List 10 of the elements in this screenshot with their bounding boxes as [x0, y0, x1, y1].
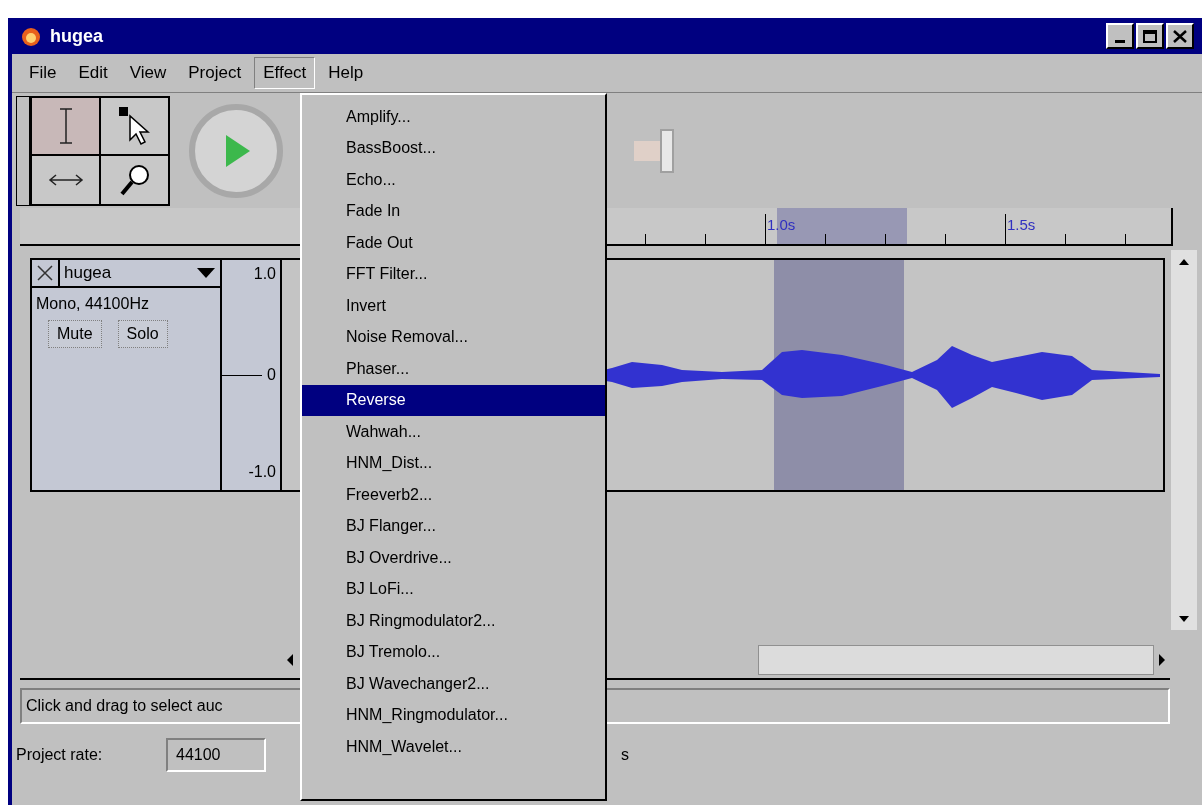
window-title: hugea — [50, 24, 103, 48]
track-info: Mono, 44100Hz — [35, 294, 150, 314]
scale-label: 1.0 — [253, 264, 276, 284]
ruler-label: 1.0s — [765, 214, 796, 237]
status-text: s — [621, 745, 629, 765]
scale-label: 0 — [267, 365, 276, 385]
track-name: hugea — [64, 262, 112, 285]
project-rate-label: Project rate: — [16, 745, 104, 765]
scale-label: -1.0 — [248, 462, 276, 482]
ruler-label: 1.5s — [1005, 214, 1036, 237]
